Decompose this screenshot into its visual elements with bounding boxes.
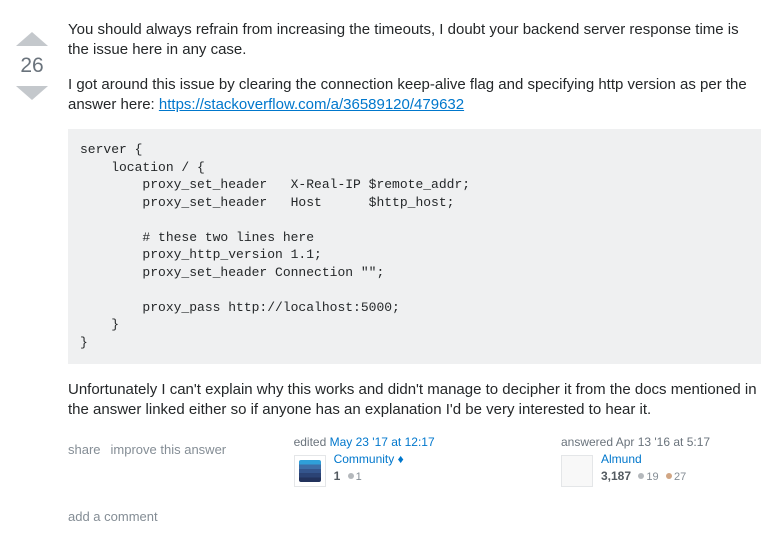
author-bronze-count: 27 [674, 471, 686, 483]
editor-name-link[interactable]: Community [334, 452, 395, 466]
action-label: answered [561, 435, 616, 449]
paragraph: Unfortunately I can't explain why this w… [68, 380, 761, 421]
community-icon [299, 460, 321, 482]
upvote-button[interactable] [16, 32, 48, 46]
answered-time: answered Apr 13 '16 at 5:17 [561, 434, 761, 451]
author-avatar[interactable] [561, 455, 593, 487]
paragraph: You should always refrain from increasin… [68, 20, 761, 61]
post-footer: share improve this answer edited May 23 … [68, 434, 761, 487]
author-info: answered Apr 13 '16 at 5:17 Almund 3,187… [561, 434, 761, 487]
code-block: server { location / { proxy_set_header X… [68, 129, 761, 364]
editor-info: edited May 23 '17 at 12:17 Community ♦ 1… [294, 434, 494, 487]
answer-post: 26 You should always refrain from increa… [12, 20, 761, 524]
vote-count: 26 [20, 54, 43, 78]
bronze-badge-icon [666, 473, 672, 479]
paragraph: I got around this issue by clearing the … [68, 75, 761, 116]
vote-cell: 26 [12, 20, 52, 524]
moderator-diamond-icon: ♦ [398, 452, 404, 466]
share-link[interactable]: share [68, 442, 101, 457]
edited-time: edited May 23 '17 at 12:17 [294, 434, 494, 451]
author-silver-count: 19 [646, 471, 658, 483]
author-name-link[interactable]: Almund [601, 452, 642, 466]
silver-badge-icon [348, 473, 354, 479]
silver-badge-icon [638, 473, 644, 479]
editor-silver-count: 1 [356, 471, 362, 483]
editor-rep: 1 [334, 469, 341, 483]
answer-timestamp: Apr 13 '16 at 5:17 [616, 435, 710, 449]
reference-link[interactable]: https://stackoverflow.com/a/36589120/479… [159, 96, 464, 113]
post-menu: share improve this answer [68, 442, 226, 457]
add-comment-link[interactable]: add a comment [68, 509, 761, 524]
downvote-button[interactable] [16, 86, 48, 100]
post-text: You should always refrain from increasin… [68, 20, 761, 420]
editor-avatar[interactable] [294, 455, 326, 487]
action-label: edited [294, 435, 330, 449]
post-cell: You should always refrain from increasin… [68, 20, 761, 524]
author-rep: 3,187 [601, 469, 631, 483]
improve-answer-link[interactable]: improve this answer [111, 442, 227, 457]
edit-timestamp-link[interactable]: May 23 '17 at 12:17 [330, 435, 435, 449]
